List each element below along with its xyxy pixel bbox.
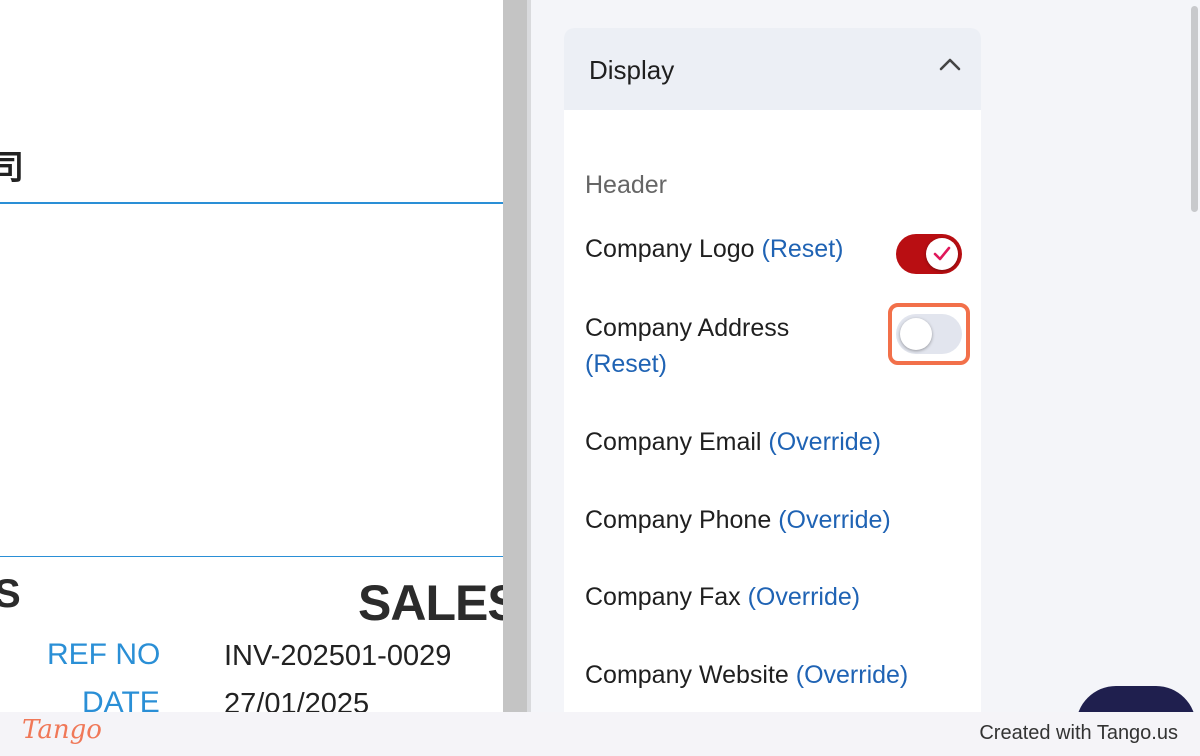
company-email-row: Company Email (Override) [585, 424, 881, 460]
tango-logo: Tango [22, 715, 102, 745]
date-value: 27/01/2025 [224, 688, 370, 712]
section-divider-line [0, 556, 503, 557]
company-address-reset-link[interactable]: (Reset) [585, 350, 667, 378]
chevron-up-icon[interactable] [937, 52, 963, 78]
header-section-label: Header [585, 171, 667, 199]
company-website-override-link[interactable]: (Override) [796, 661, 909, 689]
company-email-label: Company Email [585, 428, 762, 456]
company-phone-label: Company Phone [585, 506, 772, 534]
company-fax-row: Company Fax (Override) [585, 579, 860, 615]
company-website-row: Company Website (Override) [585, 657, 908, 693]
created-with-credit: Created with Tango.us [979, 722, 1178, 744]
display-card: Display Header Company Logo (Reset) Comp… [564, 28, 981, 712]
company-address-row: Company Address (Reset) [585, 310, 825, 382]
display-section-header[interactable]: Display [564, 28, 981, 110]
company-logo-label: Company Logo [585, 235, 755, 263]
company-logo-reset-link[interactable]: (Reset) [762, 235, 844, 263]
company-email-override-link[interactable]: (Override) [768, 428, 881, 456]
checkmark-icon [933, 246, 951, 261]
ref-no-value: INV-202501-0029 [224, 640, 452, 672]
floating-action-button[interactable] [1076, 686, 1196, 712]
settings-panel: Display Header Company Logo (Reset) Comp… [531, 0, 1200, 712]
left-heading-fragment: S [0, 572, 21, 616]
company-phone-row: Company Phone (Override) [585, 502, 891, 538]
invoice-preview: 司 S SALES REF NO INV-202501-0029 DATE 27… [0, 0, 503, 712]
ref-no-label: REF NO [47, 638, 161, 671]
company-name-fragment: 司 [0, 149, 24, 187]
company-logo-row: Company Logo (Reset) [585, 231, 843, 267]
company-fax-label: Company Fax [585, 583, 741, 611]
tango-footer: Tango Created with Tango.us [0, 712, 1200, 756]
header-divider-line [0, 202, 503, 204]
company-phone-override-link[interactable]: (Override) [778, 506, 891, 534]
company-fax-override-link[interactable]: (Override) [748, 583, 861, 611]
company-address-toggle[interactable] [896, 314, 962, 354]
display-section-title: Display [589, 55, 675, 85]
company-website-label: Company Website [585, 661, 789, 689]
panel-scrollbar[interactable] [1191, 6, 1198, 212]
toggle-knob [926, 238, 958, 270]
toggle-knob [900, 318, 932, 350]
company-logo-toggle[interactable] [896, 234, 962, 274]
document-title: SALES [358, 575, 503, 631]
date-label: DATE [82, 686, 160, 712]
panel-resize-divider[interactable] [503, 0, 531, 712]
company-address-label: Company Address [585, 314, 790, 342]
